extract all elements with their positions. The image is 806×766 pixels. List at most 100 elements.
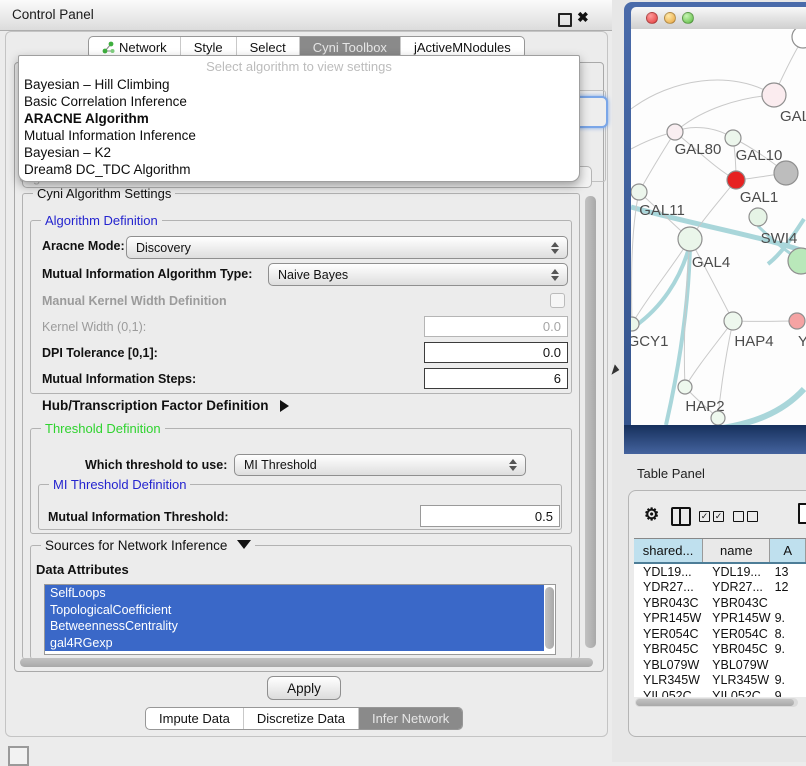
network-edge[interactable] [685, 321, 733, 387]
network-node-gcy1[interactable] [631, 317, 639, 331]
tab-infer-network[interactable]: Infer Network [358, 708, 462, 729]
tab-discretize-data[interactable]: Discretize Data [243, 708, 358, 729]
network-window-titlebar[interactable] [631, 7, 806, 30]
table-row[interactable]: YDL19...YDL19...13 [634, 564, 806, 580]
algorithm-option[interactable]: Bayesian – Hill Climbing [19, 76, 579, 93]
network-node-y[interactable] [789, 313, 805, 329]
algorithm-option[interactable]: Mutual Information Inference [19, 127, 579, 144]
deselect-all-checkbox-icon[interactable] [733, 511, 744, 522]
mi-algorithm-type-combo[interactable]: Naive Bayes [268, 263, 568, 286]
network-edge[interactable] [716, 389, 804, 425]
network-node-hap2[interactable] [678, 380, 692, 394]
node-label: GAL1 [740, 189, 778, 206]
attribute-item[interactable]: TopologicalCoefficient [45, 602, 544, 619]
column-header-2[interactable]: name [703, 539, 770, 562]
algorithm-option[interactable]: ARACNE Algorithm [19, 110, 579, 127]
mi-steps-field[interactable]: 6 [424, 368, 568, 389]
zoom-traffic-light-icon[interactable] [682, 12, 694, 24]
network-node-gal1[interactable] [727, 171, 745, 189]
gear-icon[interactable]: ⚙ [644, 505, 659, 525]
settings-horizontal-scrollbar[interactable] [20, 658, 593, 667]
table-header-row: shared...nameA [634, 539, 806, 564]
table-row[interactable]: YBR043CYBR043C [634, 595, 806, 611]
network-icon [102, 41, 115, 54]
manual-kernel-checkbox[interactable] [550, 293, 565, 308]
attribute-list-scrollbar[interactable] [545, 587, 554, 649]
network-node-gal80[interactable] [667, 124, 683, 140]
table-row[interactable]: YER054CYER054C8. [634, 626, 806, 642]
table-row[interactable]: YLR345WYLR345W9. [634, 673, 806, 689]
table-row[interactable]: YPR145WYPR145W9. [634, 611, 806, 627]
mi-threshold-legend: MI Threshold Definition [49, 477, 190, 492]
attribute-item[interactable]: BetweennessCentrality [45, 618, 544, 635]
attribute-item[interactable]: gal4RGexp [45, 635, 544, 652]
network-node-gal[interactable] [762, 83, 786, 107]
network-edge[interactable] [675, 127, 733, 138]
table-cell: YER054C [703, 627, 770, 641]
spinner-arrows-icon [550, 269, 559, 281]
table-row[interactable]: YIL052CYIL052C9. [634, 688, 806, 697]
network-edge[interactable] [631, 244, 690, 329]
algorithm-prompt: Select algorithm to view settings [19, 56, 579, 76]
table-cell: YDR27... [703, 580, 770, 594]
attribute-item[interactable]: SelfLoops [45, 585, 544, 602]
table-scrollbar-thumb[interactable] [636, 699, 794, 706]
node-label: GCY1 [631, 333, 668, 350]
table-row[interactable]: YBL079WYBL079W [634, 657, 806, 673]
algorithm-option[interactable]: Basic Correlation Inference [19, 93, 579, 110]
network-node-gal10[interactable] [725, 130, 741, 146]
table-cell: YBL079W [703, 658, 770, 672]
control-panel-title: Control Panel [12, 7, 94, 22]
sources-legend-text: Sources for Network Inference [45, 538, 227, 553]
node-label: GAL10 [736, 147, 783, 164]
apply-button[interactable]: Apply [267, 676, 341, 700]
node-table[interactable]: shared...nameA YDL19...YDL19...13YDR27..… [634, 538, 806, 697]
network-node[interactable] [788, 248, 806, 274]
manual-kernel-label: Manual Kernel Width Definition [42, 294, 227, 308]
spinner-arrows-icon [550, 242, 559, 254]
deselect-all-checkbox-icon[interactable] [747, 511, 758, 522]
split-columns-icon[interactable] [671, 507, 691, 526]
network-node-swi4[interactable] [749, 208, 767, 226]
network-node-hap4[interactable] [724, 312, 742, 330]
network-edge[interactable] [632, 192, 639, 324]
select-all-checkbox-icon[interactable]: ✓ [699, 511, 710, 522]
network-edge[interactable] [631, 80, 774, 109]
network-edge[interactable] [690, 239, 733, 321]
table-horizontal-scrollbar[interactable] [635, 698, 798, 707]
close-icon[interactable]: ✖ [577, 9, 589, 26]
minimized-panel-icon[interactable] [8, 746, 29, 766]
algorithm-option[interactable]: Dream8 DC_TDC Algorithm [19, 161, 579, 178]
network-node[interactable] [774, 161, 798, 185]
mi-threshold-field[interactable]: 0.5 [420, 505, 560, 527]
network-node[interactable] [711, 411, 725, 425]
network-edge[interactable] [675, 95, 774, 132]
data-attributes-list[interactable]: SelfLoopsTopologicalCoefficientBetweenne… [44, 584, 556, 655]
column-header-1[interactable]: shared... [634, 539, 703, 562]
network-node-gal11[interactable] [631, 184, 647, 200]
table-row[interactable]: YBR045CYBR045C9. [634, 642, 806, 658]
select-all-checkbox-icon[interactable]: ✓ [713, 511, 724, 522]
minimize-traffic-light-icon[interactable] [664, 12, 676, 24]
table-cell: 9. [771, 673, 806, 687]
network-edge[interactable] [632, 239, 690, 324]
table-row[interactable]: YDR27...YDR27...12 [634, 580, 806, 596]
collapse-down-icon [237, 540, 251, 549]
network-node[interactable] [792, 29, 806, 48]
document-icon[interactable] [798, 503, 806, 524]
network-node-gal4[interactable] [678, 227, 702, 251]
table-cell: YBR045C [703, 642, 770, 656]
which-threshold-combo[interactable]: MI Threshold [234, 454, 526, 476]
column-header-3[interactable]: A [770, 539, 806, 562]
network-edge[interactable] [639, 132, 675, 192]
hub-definition-toggle[interactable]: Hub/Transcription Factor Definition [42, 398, 289, 413]
sources-legend[interactable]: Sources for Network Inference [41, 538, 255, 553]
aracne-mode-combo[interactable]: Discovery [126, 236, 568, 259]
network-canvas[interactable]: GALGAL80GAL10GAL1GAL11SWI4GAL4GCY1HAP4YH… [631, 29, 806, 425]
float-window-icon[interactable] [558, 13, 572, 27]
tab-impute-data[interactable]: Impute Data [146, 708, 243, 729]
algorithm-option[interactable]: Bayesian – K2 [19, 144, 579, 161]
close-traffic-light-icon[interactable] [646, 12, 658, 24]
settings-vertical-scrollbar[interactable] [585, 196, 596, 648]
dpi-tolerance-field[interactable]: 0.0 [424, 342, 568, 363]
